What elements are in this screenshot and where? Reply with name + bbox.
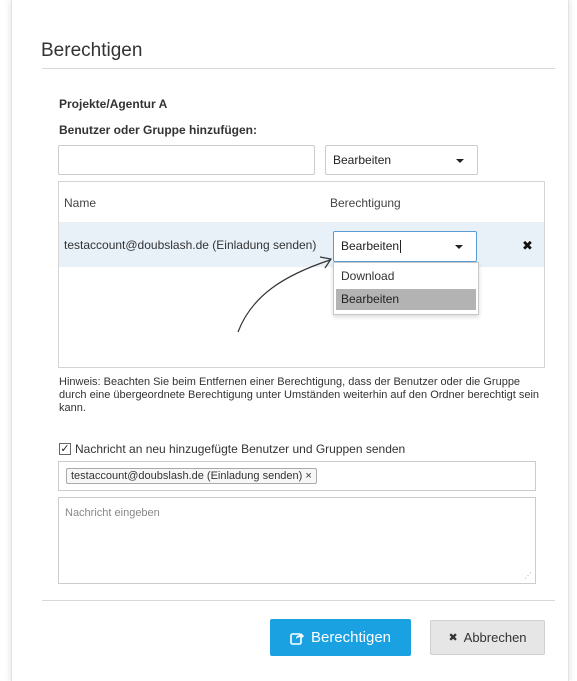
notify-checkbox[interactable]: ✓ <box>59 443 71 455</box>
add-permission-select-value: Bearbeiten <box>333 153 392 167</box>
resize-grip-icon[interactable]: ⋰ <box>524 571 532 580</box>
dropdown-option-bearbeiten[interactable]: Bearbeiten <box>336 289 476 310</box>
text-cursor <box>400 240 402 254</box>
notify-checkbox-label: Nachricht an neu hinzugefügte Benutzer u… <box>75 442 406 456</box>
caret-down-icon <box>456 159 464 163</box>
column-header-name: Name <box>64 196 97 210</box>
column-header-permission: Berechtigung <box>330 196 401 210</box>
confirm-button[interactable]: Berechtigen <box>270 619 411 656</box>
hint-text: Hinweis: Beachten Sie beim Entfernen ein… <box>59 376 540 414</box>
recipient-tag: testaccount@doubslash.de (Einladung send… <box>66 468 317 484</box>
add-permission-select[interactable]: Bearbeiten <box>325 145 478 175</box>
share-square-icon <box>290 632 304 645</box>
message-textarea[interactable]: Nachricht eingeben ⋰ <box>58 497 536 584</box>
title-divider <box>42 68 555 69</box>
add-user-input[interactable] <box>58 145 315 175</box>
message-placeholder: Nachricht eingeben <box>65 507 160 519</box>
times-icon: ✖ <box>448 632 458 644</box>
row-permission-select-value: Bearbeiten <box>341 239 400 253</box>
cancel-button-label: Abbrechen <box>463 630 527 645</box>
recipient-tag-label: testaccount@doubslash.de (Einladung send… <box>71 470 303 482</box>
dropdown-option-download[interactable]: Download <box>336 266 476 287</box>
folder-path-label: Projekte/Agentur A <box>59 97 168 111</box>
permission-dropdown-menu: Download Bearbeiten <box>333 262 479 315</box>
remove-tag-icon[interactable]: × <box>305 470 311 482</box>
add-user-label: Benutzer oder Gruppe hinzufügen: <box>59 123 257 137</box>
recipients-field[interactable]: testaccount@doubslash.de (Einladung send… <box>58 461 536 491</box>
cancel-button[interactable]: ✖ Abbrechen <box>430 620 545 655</box>
row-permission-select[interactable]: Bearbeiten <box>333 231 477 262</box>
dialog-title: Berechtigen <box>41 40 143 61</box>
footer-divider <box>42 600 555 601</box>
annotation-arrow <box>237 256 333 333</box>
confirm-button-label: Berechtigen <box>310 629 392 646</box>
remove-row-icon[interactable]: ✖ <box>522 238 533 254</box>
caret-down-icon <box>455 245 463 249</box>
